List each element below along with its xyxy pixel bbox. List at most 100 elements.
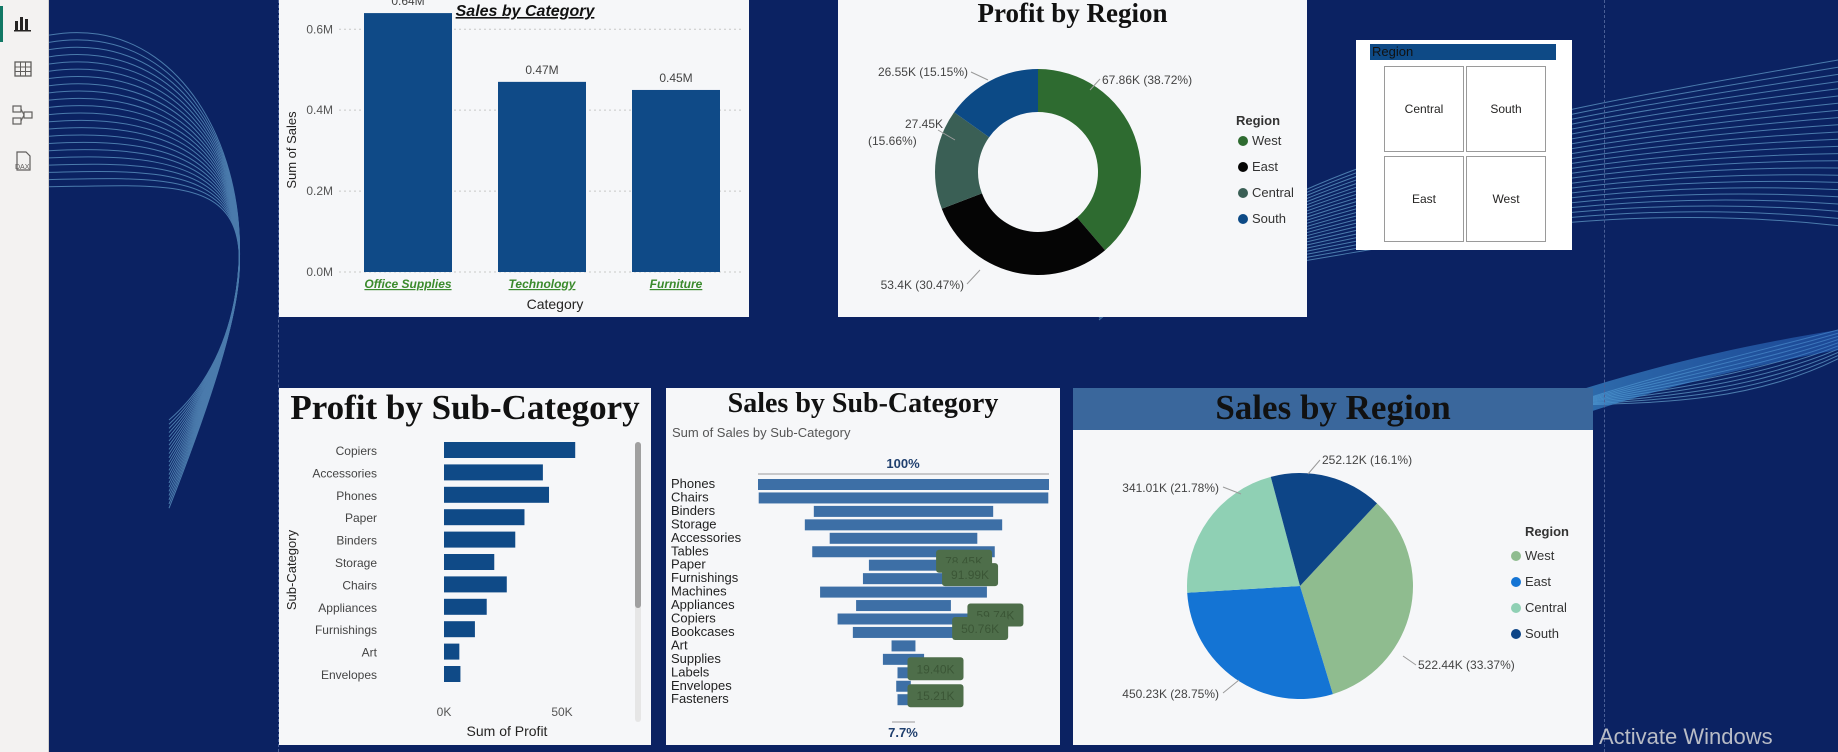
sales-by-subcategory-visual[interactable]: Sales by Sub-Category Sum of Sales by Su…: [666, 388, 1060, 745]
data-label-west: 67.86K (38.72%): [1102, 73, 1192, 87]
x-axis-title: Category: [527, 296, 584, 312]
wave-line: [49, 178, 240, 505]
bar[interactable]: [444, 486, 550, 503]
legend-marker: [1238, 162, 1248, 172]
activate-windows-watermark: Activate Windows: [1599, 724, 1773, 749]
bar[interactable]: [444, 621, 475, 638]
data-label: 50.76K: [961, 622, 999, 636]
profit-by-region-visual[interactable]: Profit by Region 67.86K (38.72%) 53.4K (…: [838, 0, 1307, 317]
slicer-tile-east[interactable]: East: [1384, 156, 1464, 242]
data-label: 0.64M: [391, 0, 424, 8]
funnel-top-percent: 100%: [886, 456, 920, 471]
funnel-bar[interactable]: [829, 532, 978, 544]
leader-line: [1222, 679, 1240, 694]
funnel-bar[interactable]: [820, 586, 987, 598]
chart-title: Sales by Category: [456, 3, 596, 20]
funnel-bar[interactable]: [813, 505, 994, 517]
slicer-tile-west[interactable]: West: [1466, 156, 1546, 242]
wave-line: [49, 105, 240, 463]
y-tick-label: 0.6M: [306, 22, 333, 36]
funnel-bar[interactable]: [837, 613, 970, 625]
funnel-bar[interactable]: [856, 600, 951, 612]
x-tick-label[interactable]: Technology: [509, 277, 577, 291]
sales-by-region-chart: 252.12K (16.1%) 341.01K (21.78%) 522.44K…: [1122, 453, 1569, 701]
legend-title: Region: [1236, 113, 1280, 128]
bar[interactable]: [444, 576, 507, 593]
y-tick-label: Binders: [336, 534, 377, 548]
dax-query-view-button[interactable]: DAX: [8, 146, 38, 176]
bar[interactable]: [444, 554, 495, 570]
legend-item[interactable]: East: [1252, 159, 1278, 174]
legend-item[interactable]: Central: [1252, 185, 1294, 200]
chart-subtitle: Sum of Sales by Sub-Category: [672, 425, 851, 440]
legend-item[interactable]: East: [1525, 574, 1551, 589]
view-switcher-rail: DAX: [0, 0, 49, 752]
wave-line: [49, 163, 240, 496]
bar[interactable]: [444, 598, 487, 615]
x-tick-label[interactable]: Office Supplies: [364, 277, 451, 291]
y-tick-label: Chairs: [342, 578, 377, 592]
bar[interactable]: [498, 81, 586, 272]
data-label: 15.21K: [916, 689, 954, 703]
slicer-tile-south[interactable]: South: [1466, 66, 1546, 152]
active-view-indicator: [0, 6, 3, 42]
bar[interactable]: [444, 464, 543, 481]
bar[interactable]: [444, 643, 460, 660]
wave-line: [49, 39, 240, 425]
report-view-icon: [14, 17, 31, 32]
y-tick-label: Accessories: [312, 466, 377, 480]
legend-marker: [1238, 214, 1248, 224]
profit-by-subcategory-visual[interactable]: Profit by Sub-Category Sub-Category Sum …: [279, 388, 651, 745]
funnel-bar[interactable]: [868, 559, 939, 571]
x-tick-label[interactable]: Furniture: [650, 277, 703, 291]
wave-line: [49, 170, 240, 500]
legend-item[interactable]: South: [1252, 211, 1286, 226]
leader-line: [1307, 459, 1321, 475]
funnel-category-label: Fasteners: [671, 691, 729, 706]
legend-item[interactable]: West: [1525, 548, 1555, 563]
model-view-icon: [12, 105, 33, 125]
y-tick-label: Art: [362, 646, 378, 660]
funnel-bar[interactable]: [758, 492, 1049, 504]
sales-by-region-visual[interactable]: Sales by Region 252.12K (16.1%) 341.01K …: [1073, 388, 1593, 745]
region-slicer[interactable]: Region Central South East West: [1356, 40, 1572, 250]
funnel-bar[interactable]: [758, 479, 1049, 490]
legend-marker: [1511, 551, 1521, 561]
y-axis-title: Sum of Sales: [284, 111, 299, 189]
funnel-bar[interactable]: [852, 626, 955, 638]
bar[interactable]: [632, 89, 720, 272]
data-label: 19.40K: [916, 662, 954, 676]
bar[interactable]: [444, 666, 461, 682]
legend-item[interactable]: West: [1252, 133, 1282, 148]
legend-item[interactable]: South: [1525, 626, 1559, 641]
donut-slice-west[interactable]: [1038, 69, 1141, 251]
scrollbar-thumb[interactable]: [635, 442, 641, 608]
funnel-bar[interactable]: [862, 573, 945, 585]
bar[interactable]: [444, 509, 525, 526]
report-view-button[interactable]: [8, 8, 38, 38]
data-label: 0.45M: [659, 71, 692, 85]
y-tick-label: Paper: [345, 511, 377, 525]
x-tick-label: 0K: [437, 705, 452, 719]
slicer-tile-central[interactable]: Central: [1384, 66, 1464, 152]
data-label-west: 522.44K (33.37%): [1418, 658, 1515, 672]
table-view-icon: [14, 61, 32, 77]
profit-by-subcategory-chart: Sub-Category Sum of Profit Copiers Access…: [284, 442, 641, 739]
wave-line: [49, 185, 240, 509]
bar[interactable]: [444, 531, 516, 548]
legend-title: Region: [1525, 524, 1569, 539]
sales-by-category-visual[interactable]: Sales by Category Sum of Sales Category …: [279, 0, 749, 317]
donut-slice-east[interactable]: [941, 193, 1106, 275]
leader-line: [970, 71, 989, 81]
funnel-bar[interactable]: [804, 519, 1003, 531]
table-view-button[interactable]: [8, 54, 38, 84]
funnel-bar[interactable]: [891, 640, 916, 652]
y-tick-label: Furnishings: [315, 623, 377, 637]
bar[interactable]: [444, 442, 576, 458]
data-label-east: 450.23K (28.75%): [1122, 687, 1219, 701]
model-view-button[interactable]: [8, 100, 38, 130]
dax-query-view-icon: DAX: [15, 151, 31, 171]
legend-marker: [1511, 629, 1521, 639]
legend-item[interactable]: Central: [1525, 600, 1567, 615]
bar[interactable]: [364, 13, 452, 272]
